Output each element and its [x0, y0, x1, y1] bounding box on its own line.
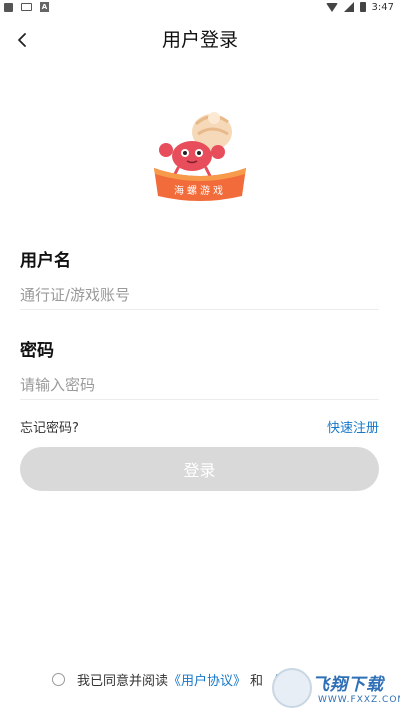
- forgot-password-link[interactable]: 忘记密码?: [20, 417, 79, 436]
- mail-icon: [21, 3, 32, 11]
- watermark-url: WWW.FXXZ.COM: [318, 695, 400, 705]
- system-icons: 3:47: [325, 0, 394, 14]
- username-label: 用户名: [20, 251, 71, 271]
- status-bar: A 3:47: [0, 0, 400, 14]
- wifi-icon: [325, 2, 338, 12]
- notification-icons: A: [4, 2, 49, 12]
- agreement-and: 和: [250, 673, 264, 689]
- username-input[interactable]: [20, 280, 379, 310]
- password-label: 密码: [20, 341, 54, 361]
- watermark-logo-icon: [272, 668, 312, 708]
- links-row: 忘记密码? 快速注册: [20, 417, 379, 436]
- page-title: 用户登录: [161, 29, 238, 51]
- user-agreement-link[interactable]: 《用户协议》: [168, 670, 246, 689]
- app-logo: 海螺游戏: [150, 106, 250, 202]
- signal-icon: [343, 2, 354, 12]
- agreement-radio[interactable]: [52, 672, 65, 686]
- agreement-row: 我已同意并阅读 《用户协议》 和 《: [52, 670, 280, 689]
- logo-banner-text: 海螺游戏: [174, 186, 226, 197]
- a-notification-icon: A: [40, 2, 49, 12]
- password-input[interactable]: [20, 370, 379, 400]
- clock: 3:47: [371, 1, 394, 13]
- watermark: 飞翔下载 WWW.FXXZ.COM: [272, 664, 400, 712]
- battery-icon: [359, 2, 366, 12]
- agreement-prefix: 我已同意并阅读: [77, 673, 169, 689]
- watermark-title: 飞翔下载: [312, 675, 384, 695]
- back-arrow-icon[interactable]: [12, 28, 32, 52]
- notification-square-icon: [4, 2, 13, 12]
- login-button[interactable]: 登录: [20, 447, 379, 491]
- quick-register-link[interactable]: 快速注册: [327, 417, 379, 436]
